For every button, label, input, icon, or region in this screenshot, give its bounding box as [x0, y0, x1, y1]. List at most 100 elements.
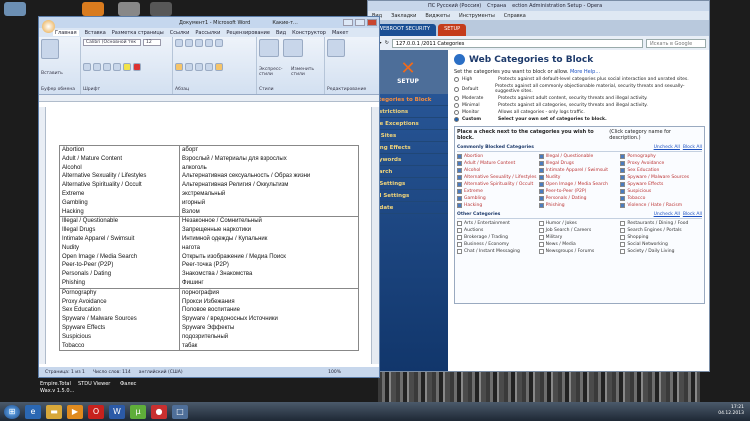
category-item[interactable]: Suspicious: [620, 189, 702, 194]
menu-item[interactable]: Закладки: [391, 13, 416, 19]
category-item[interactable]: Humor / Jokes: [538, 221, 621, 226]
maximize-button[interactable]: [355, 19, 365, 26]
category-label[interactable]: Newsgroups / Forums: [546, 249, 595, 254]
category-item[interactable]: Arts / Entertainment: [457, 221, 539, 226]
category-checkbox[interactable]: [538, 228, 544, 233]
menu-item[interactable]: Справка: [504, 13, 526, 19]
category-label[interactable]: Auctions: [464, 228, 483, 233]
search-input[interactable]: Искать в Google: [646, 38, 706, 48]
category-item[interactable]: Pornography: [620, 154, 702, 159]
category-item[interactable]: Shopping: [620, 235, 702, 240]
category-item[interactable]: Phishing: [538, 203, 621, 208]
category-label[interactable]: Job Search / Careers: [546, 228, 592, 233]
category-checkbox[interactable]: [538, 221, 544, 226]
font-name-select[interactable]: Calibri (Основной тек: [83, 39, 141, 46]
editing-label[interactable]: Редактирование: [327, 87, 375, 92]
opera-icon[interactable]: O: [88, 404, 104, 419]
category-checkbox[interactable]: [457, 154, 462, 159]
category-item[interactable]: Social Networking: [620, 242, 702, 247]
category-item[interactable]: Violence / Hate / Racism: [620, 203, 702, 208]
horizontal-ruler[interactable]: [39, 95, 379, 102]
category-label[interactable]: Hacking: [464, 203, 482, 208]
table-cell[interactable]: аборт Взрослый / Материалы для взрослых ал…: [179, 144, 359, 218]
category-item[interactable]: Spyware / Malware Sources: [620, 175, 702, 180]
paste-label[interactable]: Вставить: [41, 71, 78, 76]
category-item[interactable]: Tobacco: [620, 196, 702, 201]
category-checkbox[interactable]: [620, 249, 626, 254]
font-color-icon[interactable]: [133, 62, 141, 71]
tab-view[interactable]: Вид: [276, 30, 286, 36]
bold-icon[interactable]: [83, 62, 91, 71]
change-styles-icon[interactable]: [283, 39, 303, 57]
category-checkbox[interactable]: [620, 189, 626, 194]
sidebar-item-keywords[interactable]: Keywords: [368, 154, 448, 166]
category-item[interactable]: Alternative Spirituality / Occult: [457, 182, 539, 187]
category-label[interactable]: Spyware Effects: [627, 182, 663, 187]
category-label[interactable]: Brokerage / Trading: [464, 235, 508, 240]
sort-icon[interactable]: [215, 39, 223, 47]
category-label[interactable]: Alternative Sexuality / Lifestyles: [464, 175, 537, 180]
font-size-select[interactable]: 12: [143, 39, 161, 46]
level-minimal[interactable]: Minimal Protects against all categories, …: [454, 103, 705, 108]
sidebar-item-sites[interactable]: ng Sites: [368, 130, 448, 142]
vertical-ruler[interactable]: [39, 107, 46, 364]
category-item[interactable]: Brokerage / Trading: [457, 235, 539, 240]
category-checkbox[interactable]: [538, 168, 544, 173]
tab-design[interactable]: Конструктор: [292, 30, 326, 36]
firefox-icon[interactable]: [82, 2, 104, 16]
tab-mailings[interactable]: Рассылки: [195, 30, 220, 36]
radio-button[interactable]: [454, 103, 459, 108]
category-label[interactable]: Violence / Hate / Racism: [627, 203, 682, 208]
table-row[interactable]: Abortion Adult / Mature Content Alcohol Alt…: [58, 144, 359, 218]
status-page[interactable]: Страница: 1 из 1: [45, 370, 85, 375]
category-item[interactable]: Society / Daily Living: [620, 249, 702, 254]
translation-table[interactable]: Abortion Adult / Mature Content Alcohol Alt…: [58, 144, 359, 352]
category-item[interactable]: Alternative Sexuality / Lifestyles: [457, 175, 539, 180]
tab-other-doc[interactable]: Какие-т...: [272, 20, 297, 26]
category-item[interactable]: Chat / Instant Messaging: [457, 249, 539, 254]
category-item[interactable]: Military: [538, 235, 621, 240]
start-button-icon[interactable]: ⊞: [4, 404, 20, 419]
quick-styles-icon[interactable]: [259, 39, 279, 57]
category-checkbox[interactable]: [538, 175, 544, 180]
zoom-level[interactable]: 100%: [328, 370, 341, 375]
category-label[interactable]: Peer-to-Peer (P2P): [546, 189, 587, 194]
sidebar-item-user-settings[interactable]: er Settings: [368, 178, 448, 190]
change-styles-label[interactable]: Изменить стили: [291, 67, 321, 77]
vertical-scrollbar[interactable]: [371, 107, 379, 364]
category-item[interactable]: Intimate Apparel / Swimsuit: [538, 168, 621, 173]
category-checkbox[interactable]: [620, 228, 626, 233]
table-cell[interactable]: Pornography Proxy Avoidance Sex Education S…: [58, 287, 181, 352]
menu-item[interactable]: Виджеты: [425, 13, 450, 19]
category-label[interactable]: Search Engines / Portals: [627, 228, 681, 233]
category-label[interactable]: Alternative Spirituality / Occult: [464, 182, 533, 187]
category-checkbox[interactable]: [457, 203, 462, 208]
category-item[interactable]: Sex Education: [620, 168, 702, 173]
category-label[interactable]: Spyware / Malware Sources: [627, 175, 689, 180]
category-label[interactable]: Shopping: [627, 235, 648, 240]
category-item[interactable]: Job Search / Careers: [538, 228, 621, 233]
category-checkbox[interactable]: [538, 203, 544, 208]
category-label[interactable]: Abortion: [464, 154, 483, 159]
category-item[interactable]: Search Engines / Portals: [620, 228, 702, 233]
category-checkbox[interactable]: [538, 189, 544, 194]
paste-icon[interactable]: [41, 39, 59, 59]
category-checkbox[interactable]: [620, 235, 626, 240]
category-item[interactable]: Open Image / Media Search: [538, 182, 621, 187]
category-checkbox[interactable]: [538, 154, 544, 159]
sword-icon[interactable]: [150, 2, 172, 16]
category-checkbox[interactable]: [457, 221, 462, 226]
category-checkbox[interactable]: [457, 189, 462, 194]
category-item[interactable]: Illegal Drugs: [538, 161, 621, 166]
tab-home[interactable]: Главная: [53, 29, 79, 36]
table-row[interactable]: Pornography Proxy Avoidance Sex Education S…: [58, 287, 359, 352]
category-label[interactable]: Intimate Apparel / Swimsuit: [546, 168, 608, 173]
block-all-link[interactable]: Block All: [683, 212, 702, 217]
quick-styles-label[interactable]: Экспресс-стили: [259, 67, 287, 77]
sidebar-item-effects[interactable]: cking Effects: [368, 142, 448, 154]
tab-table-layout[interactable]: Макет: [332, 30, 348, 36]
category-checkbox[interactable]: [620, 154, 626, 159]
category-label[interactable]: Restaurants / Dining / Food: [627, 221, 688, 226]
level-custom[interactable]: Custom Select your own set of categories …: [454, 117, 705, 122]
category-item[interactable]: Restaurants / Dining / Food: [620, 221, 702, 226]
